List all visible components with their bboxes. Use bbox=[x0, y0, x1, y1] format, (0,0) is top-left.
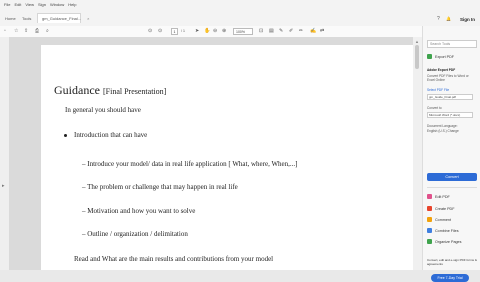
list-item: – The problem or challenge that may happ… bbox=[82, 183, 238, 191]
combine-files-tool[interactable]: Combine Files bbox=[427, 228, 459, 233]
format-select[interactable]: Microsoft Word (*.docx) bbox=[427, 112, 473, 118]
help-icon[interactable]: ? bbox=[437, 16, 440, 22]
zoom-in-icon[interactable]: ⊕ bbox=[222, 28, 226, 35]
upload-icon[interactable]: ⇪ bbox=[24, 28, 28, 35]
bullet-text: Introduction that can have bbox=[74, 131, 148, 139]
menu-window[interactable]: Window bbox=[50, 2, 64, 7]
promo-text: Convert, edit and e-sign PDF forms & agr… bbox=[427, 258, 477, 266]
expand-left-icon[interactable]: ▸ bbox=[2, 183, 5, 189]
export-pdf-tool[interactable]: Export PDF bbox=[427, 54, 454, 59]
create-pdf-tool[interactable]: Create PDF bbox=[427, 206, 454, 211]
list-item: – Outline / organization / delimitation bbox=[82, 230, 188, 238]
left-nav-strip: ▸ bbox=[0, 37, 9, 270]
convert-to-label: Convert to bbox=[427, 106, 442, 110]
list-item: – Motivation and how you want to solve bbox=[82, 207, 196, 215]
combine-files-icon bbox=[427, 228, 432, 233]
create-pdf-label: Create PDF bbox=[435, 206, 455, 211]
menu-view[interactable]: View bbox=[25, 2, 34, 7]
document-title: Guidance [Final Presentation] bbox=[54, 83, 166, 98]
fit-page-icon[interactable]: ⊡ bbox=[259, 28, 263, 35]
list-item: – Introduce your model/ data in real lif… bbox=[82, 160, 298, 168]
search-tools-input[interactable]: Search Tools bbox=[427, 40, 477, 48]
tab-document-label: gm_Guidance_Final... bbox=[42, 16, 82, 21]
tab-home[interactable]: Home bbox=[5, 13, 16, 23]
bullet-dot bbox=[64, 134, 67, 137]
sign-in-link[interactable]: Sign In bbox=[460, 17, 475, 22]
page-up-icon[interactable]: ⊙ bbox=[148, 28, 152, 35]
convert-button[interactable]: Convert bbox=[427, 173, 477, 181]
select-icon[interactable]: ➤ bbox=[195, 28, 199, 35]
menu-sign[interactable]: Sign bbox=[38, 2, 46, 7]
share-icon[interactable]: ⇄ bbox=[320, 28, 324, 35]
organize-pages-label: Organize Pages bbox=[435, 239, 462, 244]
page-total: / 1 bbox=[181, 29, 185, 33]
tools-pane: Search Tools Export PDF Adobe Export PDF… bbox=[422, 26, 480, 282]
file-name-field[interactable]: gm_Guide_Final.pdf bbox=[427, 94, 473, 100]
page-number-input[interactable]: 1 bbox=[171, 28, 178, 35]
export-pdf-label: Export PDF bbox=[435, 54, 455, 59]
pdf-page: Guidance [Final Presentation] In general … bbox=[41, 45, 413, 270]
page-down-icon[interactable]: ⊙ bbox=[158, 28, 162, 35]
vertical-scrollbar[interactable]: ▲ bbox=[413, 37, 422, 270]
sign-icon[interactable]: ✍ bbox=[310, 28, 316, 35]
doc-language-label: Document Language: bbox=[427, 124, 458, 128]
highlight-icon[interactable]: ✐ bbox=[289, 28, 293, 35]
menu-bar: File Edit View Sign Window Help bbox=[0, 0, 480, 9]
scroll-thumb[interactable] bbox=[415, 45, 419, 69]
tab-document[interactable]: gm_Guidance_Final... × bbox=[37, 13, 89, 23]
create-pdf-icon bbox=[427, 206, 432, 211]
organize-pages-icon bbox=[427, 239, 432, 244]
title-subtitle: [Final Presentation] bbox=[102, 87, 167, 96]
title-text: Guidance bbox=[54, 83, 100, 97]
scroll-up-icon[interactable]: ▲ bbox=[415, 39, 419, 44]
zoom-select[interactable]: 100% bbox=[233, 28, 253, 35]
comment-tool[interactable]: Comment bbox=[427, 217, 451, 222]
comment-tool-icon bbox=[427, 217, 432, 222]
close-icon[interactable]: × bbox=[87, 16, 89, 21]
combine-files-label: Combine Files bbox=[435, 228, 459, 233]
search-icon[interactable]: ⌕ bbox=[46, 28, 49, 35]
intro-text: In general you should have bbox=[65, 106, 141, 114]
organize-pages-tool[interactable]: Organize Pages bbox=[427, 239, 461, 244]
panel-description: Convert PDF Files to Word or Excel Onlin… bbox=[427, 74, 469, 82]
edit-pdf-tool[interactable]: Edit PDF bbox=[427, 194, 450, 199]
print-icon[interactable]: ⎙ bbox=[35, 28, 39, 35]
draw-icon[interactable]: ✏ bbox=[299, 28, 303, 35]
edit-pdf-label: Edit PDF bbox=[435, 194, 450, 199]
comment-label: Comment bbox=[435, 217, 451, 222]
scroll-mode-icon[interactable]: ▤ bbox=[269, 28, 274, 35]
tab-bar: Home Tools gm_Guidance_Final... × ? 🔔 Si… bbox=[0, 9, 480, 27]
document-viewport[interactable]: Guidance [Final Presentation] In general … bbox=[9, 37, 413, 270]
menu-file[interactable]: File bbox=[4, 2, 10, 7]
menu-edit[interactable]: Edit bbox=[14, 2, 21, 7]
tab-tools[interactable]: Tools bbox=[22, 13, 31, 23]
comment-icon[interactable]: ✎ bbox=[279, 28, 283, 35]
zoom-out-icon[interactable]: ⊖ bbox=[213, 28, 217, 35]
list-item: Read and What are the main results and c… bbox=[74, 255, 274, 263]
save-icon[interactable]: ▫ bbox=[4, 28, 6, 35]
edit-pdf-icon bbox=[427, 194, 432, 199]
hand-icon[interactable]: ✋ bbox=[204, 28, 210, 35]
language-change-link[interactable]: English (U.S.) Change bbox=[427, 129, 459, 133]
panel-title: Adobe Export PDF bbox=[427, 68, 456, 72]
export-pdf-icon bbox=[427, 54, 432, 59]
menu-help[interactable]: Help bbox=[68, 2, 76, 7]
bell-icon[interactable]: 🔔 bbox=[446, 16, 451, 21]
free-trial-button[interactable]: Free 7-Day Trial bbox=[431, 274, 469, 282]
divider bbox=[427, 187, 477, 188]
bookmark-icon[interactable]: ☆ bbox=[14, 28, 18, 35]
select-pdf-label: Select PDF File bbox=[427, 88, 450, 92]
